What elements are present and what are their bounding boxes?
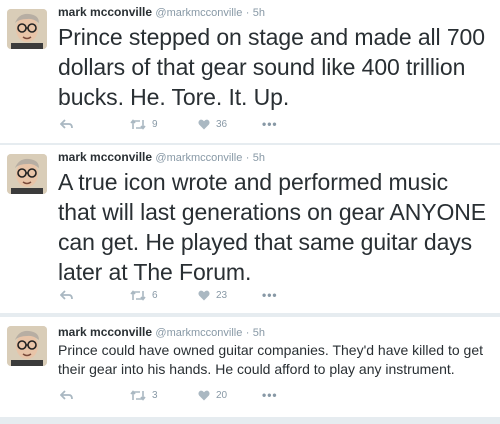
- reply-arrow-icon: [60, 290, 73, 300]
- like-count: 20: [216, 390, 228, 401]
- reply-arrow-icon: [60, 390, 73, 400]
- like-button[interactable]: 20: [198, 390, 227, 401]
- more-dots-icon: •••: [262, 288, 278, 302]
- like-count: 23: [216, 290, 228, 301]
- user-handle[interactable]: @markmcconville: [155, 327, 242, 339]
- retweet-button[interactable]: 3: [130, 390, 158, 401]
- like-count: 36: [216, 119, 228, 130]
- retweet-icon: [130, 119, 146, 130]
- user-name[interactable]: mark mcconville: [58, 150, 152, 164]
- tweet-header: mark mcconville @markmcconville · 5h: [58, 4, 265, 21]
- user-name[interactable]: mark mcconville: [58, 325, 152, 339]
- retweet-count: 9: [152, 119, 158, 130]
- like-button[interactable]: 23: [198, 290, 227, 301]
- separator-dot: ·: [245, 7, 250, 19]
- separator-dot: ·: [245, 327, 250, 339]
- separator-dot: ·: [245, 152, 250, 164]
- reply-button[interactable]: [60, 290, 73, 301]
- retweet-button[interactable]: 6: [130, 290, 158, 301]
- more-options-button[interactable]: •••: [262, 288, 278, 302]
- more-options-button[interactable]: •••: [262, 117, 278, 131]
- timestamp[interactable]: 5h: [253, 152, 265, 164]
- avatar[interactable]: [7, 9, 47, 49]
- reply-arrow-icon: [60, 119, 73, 129]
- tweet-text: A true icon wrote and performed music th…: [58, 169, 487, 285]
- tweet-card[interactable]: mark mcconville @markmcconville · 5h Pri…: [0, 317, 500, 417]
- more-dots-icon: •••: [262, 117, 278, 131]
- tweet-text: Prince stepped on stage and made all 700…: [58, 24, 485, 110]
- tweet-text: Prince could have owned guitar companies…: [58, 342, 484, 377]
- user-name[interactable]: mark mcconville: [58, 5, 152, 19]
- heart-icon: [198, 390, 210, 401]
- retweet-button[interactable]: 9: [130, 119, 158, 130]
- timestamp[interactable]: 5h: [253, 7, 265, 19]
- retweet-count: 6: [152, 290, 158, 301]
- retweet-count: 3: [152, 390, 158, 401]
- tweet-card[interactable]: mark mcconville @markmcconville · 5h Pri…: [0, 0, 500, 143]
- tweet-card[interactable]: mark mcconville @markmcconville · 5h A t…: [0, 145, 500, 313]
- heart-icon: [198, 119, 210, 130]
- tweet-header: mark mcconville @markmcconville · 5h: [58, 149, 265, 166]
- user-handle[interactable]: @markmcconville: [155, 7, 242, 19]
- retweet-icon: [130, 290, 146, 301]
- user-handle[interactable]: @markmcconville: [155, 152, 242, 164]
- more-dots-icon: •••: [262, 388, 278, 402]
- avatar[interactable]: [7, 326, 47, 366]
- tweet-header: mark mcconville @markmcconville · 5h: [58, 324, 265, 341]
- heart-icon: [198, 290, 210, 301]
- reply-button[interactable]: [60, 119, 73, 130]
- retweet-icon: [130, 390, 146, 401]
- timestamp[interactable]: 5h: [253, 327, 265, 339]
- like-button[interactable]: 36: [198, 119, 227, 130]
- avatar[interactable]: [7, 154, 47, 194]
- reply-button[interactable]: [60, 390, 73, 401]
- more-options-button[interactable]: •••: [262, 388, 278, 402]
